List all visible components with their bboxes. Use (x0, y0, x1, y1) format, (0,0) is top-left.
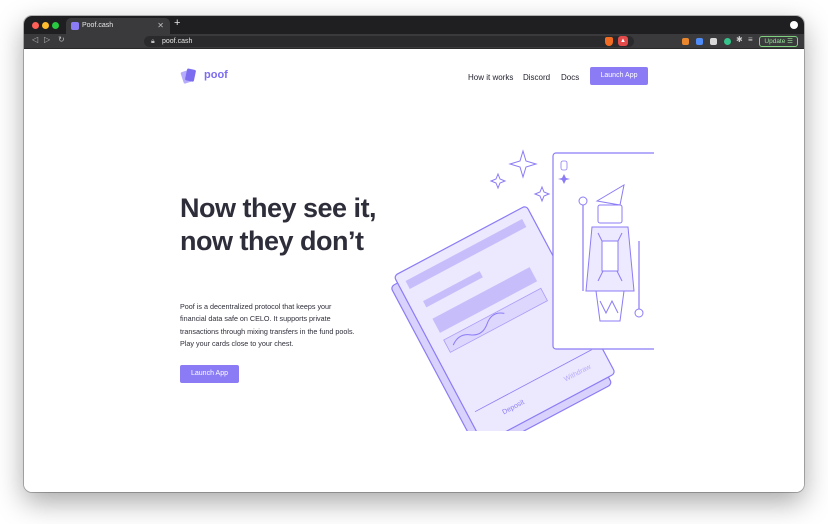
reload-icon[interactable]: ↻ (58, 35, 65, 44)
extensions-puzzle-icon[interactable]: ✱ (736, 35, 743, 44)
nav-launch-app-button[interactable]: Launch App (590, 67, 648, 85)
sparkle-icon (508, 149, 538, 179)
forward-icon[interactable]: ▷ (44, 35, 50, 44)
nav-docs[interactable]: Docs (561, 73, 579, 82)
page-content: poof How it works Discord Docs Launch Ap… (24, 49, 804, 492)
address-bar[interactable]: 🔒︎ poof.cash (144, 36, 634, 47)
browser-window: Poof.cash ✕ + ◁ ▷ ↻ 🔒︎ poof.cash ▲ ✱ ≡ U… (24, 16, 804, 492)
hero-title: Now they see it, now they don’t (180, 193, 377, 256)
browser-tab-bar: Poof.cash ✕ + (24, 16, 804, 34)
queen-card-illustration (552, 152, 654, 350)
hero-illustration: Deposit Withdraw (391, 149, 654, 431)
extension-icon[interactable] (724, 38, 731, 45)
brave-shield-icon[interactable] (605, 37, 613, 46)
nav-how-it-works[interactable]: How it works (468, 73, 513, 82)
update-label: Update (764, 38, 786, 45)
minimize-window-button[interactable] (42, 22, 49, 29)
brave-rewards-icon[interactable]: ▲ (618, 36, 628, 46)
browser-tab[interactable]: Poof.cash ✕ (66, 18, 170, 34)
extension-icon[interactable] (710, 38, 717, 45)
metamask-extension-icon[interactable] (682, 38, 689, 45)
update-button[interactable]: Update ☰ (759, 36, 798, 47)
favicon-icon (71, 22, 79, 30)
back-icon[interactable]: ◁ (32, 35, 38, 44)
browser-menu-icon[interactable] (790, 21, 798, 29)
reading-list-icon[interactable]: ≡ (748, 35, 753, 44)
maximize-window-button[interactable] (52, 22, 59, 29)
extension-icon[interactable] (696, 38, 703, 45)
close-window-button[interactable] (32, 22, 39, 29)
hero-description: Poof is a decentralized protocol that ke… (180, 302, 355, 348)
sparkle-icon (533, 185, 551, 203)
browser-toolbar: ◁ ▷ ↻ 🔒︎ poof.cash ▲ ✱ ≡ Update ☰ (24, 34, 804, 49)
sparkle-icon (489, 172, 507, 190)
logo-text: poof (204, 69, 228, 81)
close-tab-icon[interactable]: ✕ (157, 18, 164, 34)
url-text: poof.cash (162, 38, 193, 45)
lock-icon: 🔒︎ (151, 38, 155, 45)
tab-title: Poof.cash (82, 22, 114, 29)
logo-cards-icon (180, 68, 196, 84)
hero-launch-app-button[interactable]: Launch App (180, 365, 239, 383)
new-tab-button[interactable]: + (174, 17, 180, 29)
nav-discord[interactable]: Discord (523, 73, 550, 82)
